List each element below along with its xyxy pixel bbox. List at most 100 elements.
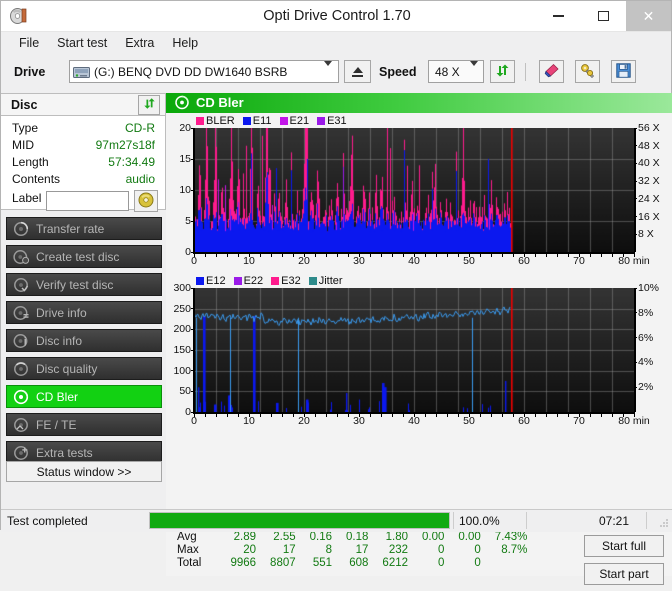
eject-button[interactable] <box>344 60 371 83</box>
row-header: Total <box>177 557 202 569</box>
chart-bler-plot-area[interactable] <box>194 128 634 252</box>
chart-jitter-legend: E12 E22 E32 Jitter <box>196 275 348 287</box>
x-axis-minor-tick <box>546 414 547 417</box>
legend-item: Jitter <box>308 275 343 287</box>
x-axis-minor-tick <box>326 414 327 417</box>
save-button[interactable] <box>611 60 636 83</box>
menu-item-file[interactable]: File <box>10 34 48 52</box>
x-axis-minor-tick <box>293 414 294 417</box>
sidebar-item-disc-info[interactable]: Disc info <box>6 329 162 352</box>
status-window-button[interactable]: Status window >> <box>6 461 162 482</box>
maximize-button[interactable] <box>581 1 626 31</box>
x-axis-minor-tick <box>194 414 195 417</box>
x-axis-minor-tick <box>425 254 426 257</box>
legend-label: Jitter <box>318 275 343 287</box>
table-cell: 8807 <box>270 557 296 569</box>
erase-icon <box>544 63 560 81</box>
erase-button[interactable] <box>539 60 564 83</box>
y-axis-line <box>193 288 195 412</box>
table-cell: 0.00 <box>422 531 445 543</box>
x-axis-minor-tick <box>403 254 404 257</box>
status-separator <box>453 512 454 529</box>
table-cell: 9966 <box>230 557 257 569</box>
speed-select[interactable]: 48 X <box>428 60 484 83</box>
sidebar-item-drive-info[interactable]: Drive info <box>6 301 162 324</box>
x-axis-minor-tick <box>590 254 591 257</box>
disc-row-value: 57:34.49 <box>108 155 155 169</box>
refresh-button[interactable] <box>490 60 515 83</box>
close-button[interactable]: ✕ <box>626 1 671 31</box>
chart-bler[interactable]: BLER E11 E21 E31 0 5 10 15 20 8 X 16 X 24 X 32 X 40 … <box>166 113 672 273</box>
disc-label-cd-button[interactable] <box>134 190 158 212</box>
window-controls: ✕ <box>536 1 671 31</box>
start-full-button[interactable]: Start full <box>584 535 664 557</box>
legend-label: E21 <box>289 115 310 127</box>
x-axis-minor-tick <box>480 414 481 417</box>
progress-percent: 100.0% <box>459 514 500 528</box>
y-axis-tick-label: 10 <box>179 184 191 196</box>
table-row: Total 9966 8807 551 608 6212 0 0 <box>171 557 534 570</box>
plot-header: CD Bler <box>166 93 672 113</box>
legend-item: BLER <box>196 115 235 127</box>
sidebar-item-disc-quality[interactable]: Disc quality <box>6 357 162 380</box>
legend-swatch <box>242 117 251 125</box>
y-axis-line <box>193 128 195 252</box>
legend-swatch <box>317 117 326 125</box>
chart-jitter-plot-area[interactable] <box>194 288 634 412</box>
x-axis-minor-tick <box>381 254 382 257</box>
sidebar-item-create-test-disc[interactable]: Create test disc <box>6 245 162 268</box>
x-axis-minor-tick <box>601 414 602 417</box>
legend-swatch <box>233 277 242 285</box>
menu-item-help[interactable]: Help <box>163 34 207 52</box>
y-axis-tick-label: 50 <box>179 385 191 398</box>
app-window: Opti Drive Control 1.70 ✕ File Start tes… <box>0 0 672 585</box>
disc-info-icon <box>13 305 30 321</box>
x-axis-minor-tick <box>612 414 613 417</box>
x-axis-minor-tick <box>392 254 393 257</box>
sidebar-item-label: Drive info <box>36 305 87 320</box>
x-axis-minor-tick <box>216 254 217 257</box>
table-cell: 6212 <box>382 557 409 569</box>
y2-axis-tick-label: 24 X <box>638 192 660 205</box>
legend-item: E11 <box>242 115 272 127</box>
disc-label-input[interactable] <box>46 191 129 211</box>
x-axis-minor-tick <box>216 414 217 417</box>
chart-bler-canvas <box>194 128 634 252</box>
sidebar-item-verify-test-disc[interactable]: Verify test disc <box>6 273 162 296</box>
menu-item-start-test[interactable]: Start test <box>48 34 116 52</box>
disc-row-value: 97m27s18f <box>95 138 155 152</box>
y2-axis-tick-label: 2% <box>638 381 654 394</box>
x-axis-minor-tick <box>568 254 569 257</box>
minimize-button[interactable] <box>536 1 581 31</box>
menu-bar: File Start test Extra Help <box>1 32 671 54</box>
y2-axis-tick-label: 16 X <box>638 210 660 223</box>
disc-refresh-button[interactable] <box>138 95 160 115</box>
title-bar: Opti Drive Control 1.70 ✕ <box>1 1 671 32</box>
x-axis-minor-tick <box>502 414 503 417</box>
sidebar-item-cd-bler[interactable]: CD Bler <box>6 385 162 408</box>
x-axis-minor-tick <box>304 254 305 257</box>
table-row: Avg 2.89 2.55 0.16 0.18 1.80 0.00 0.00 7.43% <box>171 531 534 544</box>
x-axis-minor-tick <box>282 254 283 257</box>
x-axis-minor-tick <box>447 254 448 257</box>
chart-jitter[interactable]: E12 E22 E32 Jitter 0 50 100 150 200 250 300 2% 4% 6%… <box>166 273 672 433</box>
drive-select-value: (G:) BENQ DVD DD DW1640 BSRB <box>94 64 288 79</box>
resize-grip[interactable] <box>658 517 670 529</box>
menu-item-extra[interactable]: Extra <box>116 34 163 52</box>
drive-select[interactable]: (G:) BENQ DVD DD DW1640 BSRB <box>69 60 339 83</box>
y-axis-tick-label: 20 <box>179 122 191 134</box>
sidebar-item-transfer-rate[interactable]: Transfer rate <box>6 217 162 240</box>
y2-axis-tick-label: 8% <box>638 306 654 319</box>
tools-button[interactable] <box>575 60 600 83</box>
legend-swatch <box>196 117 204 125</box>
elapsed-time: 07:21 <box>599 514 630 528</box>
x-axis-minor-tick <box>568 414 569 417</box>
x-axis-minor-tick <box>293 254 294 257</box>
eject-icon <box>352 66 363 77</box>
sidebar-item-fe-te[interactable]: FE / TE <box>6 413 162 436</box>
start-part-button[interactable]: Start part <box>584 563 664 585</box>
x-axis-minor-tick <box>502 254 503 257</box>
disc-bler-icon <box>13 389 30 405</box>
disc-panel-header: Disc <box>1 93 166 116</box>
x-axis-minor-tick <box>227 254 228 257</box>
